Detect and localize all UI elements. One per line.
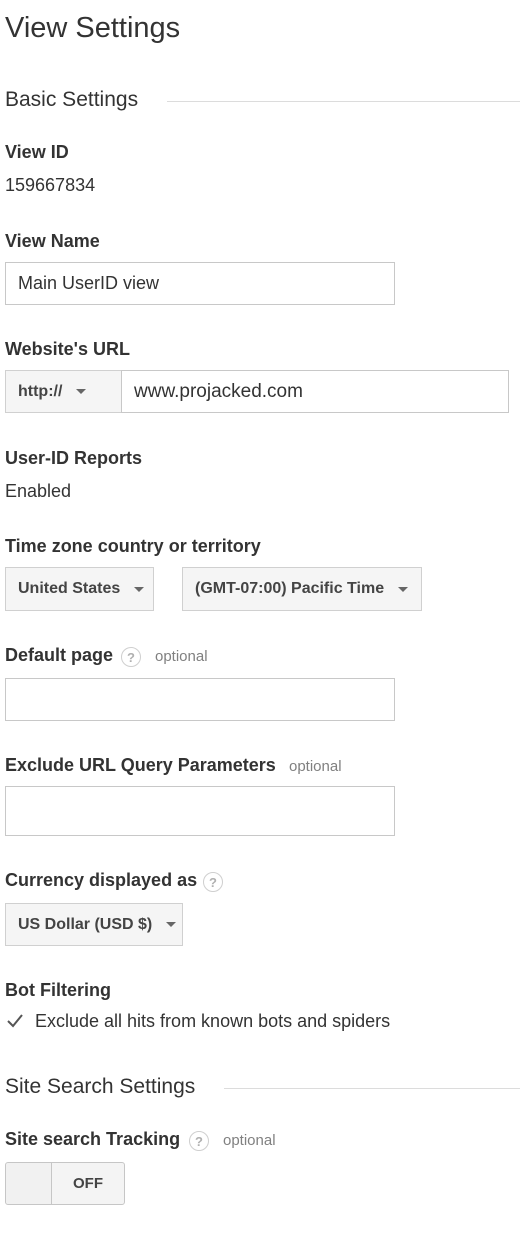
checkmark-icon	[7, 1014, 23, 1028]
time-zone-label: Time zone country or territory	[5, 536, 261, 556]
section-divider	[224, 1088, 520, 1089]
bot-filtering-label: Bot Filtering	[5, 980, 111, 1000]
caret-down-icon	[134, 586, 145, 592]
time-zone-dropdown[interactable]: (GMT-07:00) Pacific Time	[182, 567, 422, 611]
view-id-label: View ID	[5, 142, 69, 162]
website-url-label: Website's URL	[5, 339, 130, 359]
toggle-knob	[6, 1163, 52, 1204]
default-page-input[interactable]	[5, 678, 395, 721]
currency-label: Currency displayed as	[5, 870, 198, 890]
view-name-input[interactable]: Main UserID view	[5, 262, 395, 305]
user-id-reports-value: Enabled	[5, 481, 72, 501]
section-title-basic-settings: Basic Settings	[5, 88, 139, 111]
time-zone-country-value: United States	[18, 580, 121, 597]
website-url-input[interactable]: www.projacked.com	[121, 370, 509, 413]
default-page-label: Default page	[5, 645, 114, 665]
site-search-tracking-label: Site search Tracking	[5, 1129, 181, 1149]
exclude-params-textarea[interactable]	[5, 786, 395, 836]
view-name-label: View Name	[5, 231, 100, 251]
view-id-value: 159667834	[5, 175, 96, 195]
exclude-params-optional: optional	[289, 758, 342, 775]
bot-filtering-checkbox-label[interactable]: Exclude all hits from known bots and spi…	[35, 1011, 390, 1032]
url-protocol-value: http://	[18, 382, 63, 400]
caret-down-icon	[398, 586, 409, 592]
default-page-optional: optional	[155, 648, 208, 665]
help-icon[interactable]: ?	[121, 647, 141, 667]
caret-down-icon	[166, 922, 177, 927]
time-zone-value: (GMT-07:00) Pacific Time	[195, 580, 385, 597]
toggle-state: OFF	[73, 1175, 103, 1192]
bot-filtering-checkbox[interactable]	[5, 1011, 25, 1031]
site-search-toggle[interactable]: OFF	[5, 1162, 125, 1205]
caret-down-icon	[76, 389, 87, 394]
help-icon[interactable]: ?	[203, 872, 223, 892]
section-title-site-search: Site Search Settings	[5, 1075, 196, 1098]
help-icon[interactable]: ?	[189, 1131, 209, 1151]
currency-value: US Dollar (USD $)	[18, 915, 153, 933]
section-divider	[167, 101, 520, 102]
url-protocol-dropdown[interactable]: http://	[5, 370, 122, 413]
exclude-params-label: Exclude URL Query Parameters	[5, 755, 276, 775]
time-zone-country-dropdown[interactable]: United States	[5, 567, 154, 611]
site-search-tracking-optional: optional	[223, 1132, 276, 1149]
currency-dropdown[interactable]: US Dollar (USD $)	[5, 903, 183, 946]
user-id-reports-label: User-ID Reports	[5, 448, 143, 468]
page-title: View Settings	[5, 12, 181, 44]
